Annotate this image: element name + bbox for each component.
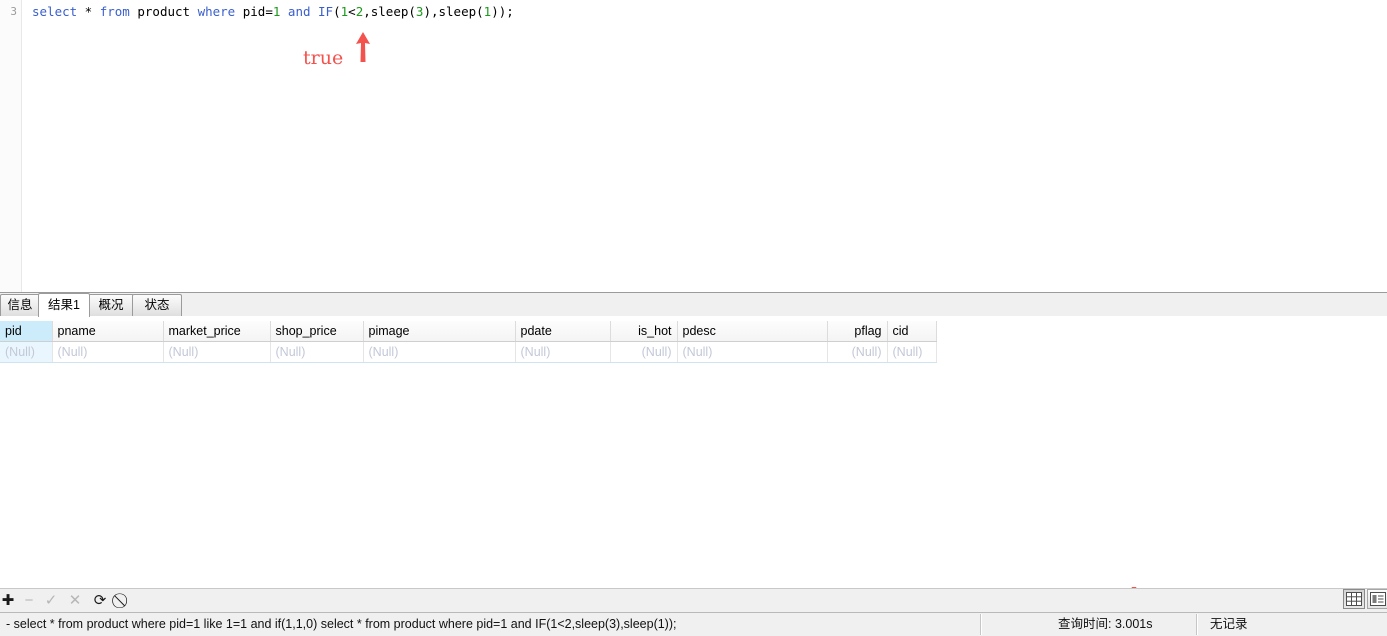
sql-token-plain: pid= [235,4,273,19]
table-header-row: pid pname market_price shop_price pimage pdat… [0,321,937,342]
sql-token-plain: ( [333,4,341,19]
sql-token-kw: from [99,4,130,19]
remove-record-button: − [24,592,34,609]
add-record-button[interactable]: ✚ [0,593,16,609]
sql-token-plain: * [77,4,100,19]
cell-is_hot[interactable]: (Null) [610,341,678,363]
status-divider-2 [1196,614,1198,635]
column-header-pflag[interactable]: pflag [827,321,888,342]
grid-view-button[interactable] [1343,589,1365,609]
sql-token-plain: product [129,4,198,19]
column-header-is_hot[interactable]: is_hot [610,321,678,342]
grid-bottom-toolbar: ✚−✓ ✕ ⟳⃠ [0,588,1387,612]
column-header-pdate[interactable]: pdate [515,321,611,342]
table-row[interactable]: (Null) (Null) (Null) (Null) (Null) (Null) (Nul… [0,341,937,363]
status-query-time: 查询时间: 3.001s [1058,617,1153,631]
stop-button[interactable]: ⃠ [115,593,131,609]
sql-token-plain: ),sleep( [423,4,484,19]
result-grid-body[interactable]: (Null) (Null) (Null) (Null) (Null) (Null) (Nul… [0,341,937,363]
sql-token-plain [280,4,288,19]
sql-statement-line[interactable]: select * from product where pid=1 and IF… [32,4,514,20]
editor-gutter: 3 [0,0,22,292]
cell-pflag[interactable]: (Null) [827,341,888,363]
result-tab-bar: 信息 结果1 概况 状态 [0,292,1387,317]
cell-cid[interactable]: (Null) [887,341,937,363]
result-tab-1[interactable]: 结果1 [38,293,90,317]
cell-market_price[interactable]: (Null) [163,341,271,363]
result-tab-0[interactable]: 信息 [0,294,40,317]
result-grid-panel[interactable]: pid pname market_price shop_price pimage pdat… [0,316,1387,587]
up-arrow-icon [356,32,370,62]
form-view-button[interactable] [1367,589,1387,609]
sql-editor-pane[interactable]: 3 select * from product where pid=1 and … [0,0,1387,292]
sql-token-plain: )); [491,4,514,19]
sql-token-plain: ,sleep( [363,4,416,19]
status-record-count: 无记录 [1210,617,1248,631]
sql-token-kw: IF [318,4,334,19]
status-divider-1 [980,614,982,635]
column-header-cid[interactable]: cid [887,321,937,342]
cell-pdesc[interactable]: (Null) [677,341,828,363]
cell-pname[interactable]: (Null) [52,341,164,363]
result-tab-3[interactable]: 状态 [132,294,182,317]
column-header-pid[interactable]: pid [0,321,53,342]
column-header-pdesc[interactable]: pdesc [677,321,828,342]
line-number: 3 [10,5,17,18]
grid-view-icon [1346,592,1362,606]
apply-changes-button: ✓ [44,592,58,609]
status-query-text: - select * from product where pid=1 like… [6,617,677,631]
refresh-button[interactable]: ⟳ [92,593,108,609]
form-view-icon [1370,592,1386,606]
result-grid-head: pid pname market_price shop_price pimage pdat… [0,321,937,342]
sql-token-plain: < [348,4,356,19]
column-header-pimage[interactable]: pimage [363,321,516,342]
status-bar: - select * from product where pid=1 like… [0,612,1387,636]
annotation-true-label: true [303,47,344,69]
result-grid-table[interactable]: pid pname market_price shop_price pimage pdat… [0,321,937,363]
sql-token-plain [311,4,319,19]
column-header-shop_price[interactable]: shop_price [270,321,364,342]
sql-token-kw: select [32,4,78,19]
sql-token-kw: where [197,4,236,19]
column-header-pname[interactable]: pname [52,321,164,342]
column-header-market_price[interactable]: market_price [163,321,271,342]
cell-shop_price[interactable]: (Null) [270,341,364,363]
result-tab-2[interactable]: 概况 [88,294,134,317]
cell-pimage[interactable]: (Null) [363,341,516,363]
cell-pid[interactable]: (Null) [0,341,53,363]
cell-pdate[interactable]: (Null) [515,341,611,363]
cancel-changes-button: ✕ [68,592,82,609]
sql-token-kw: and [287,4,311,19]
